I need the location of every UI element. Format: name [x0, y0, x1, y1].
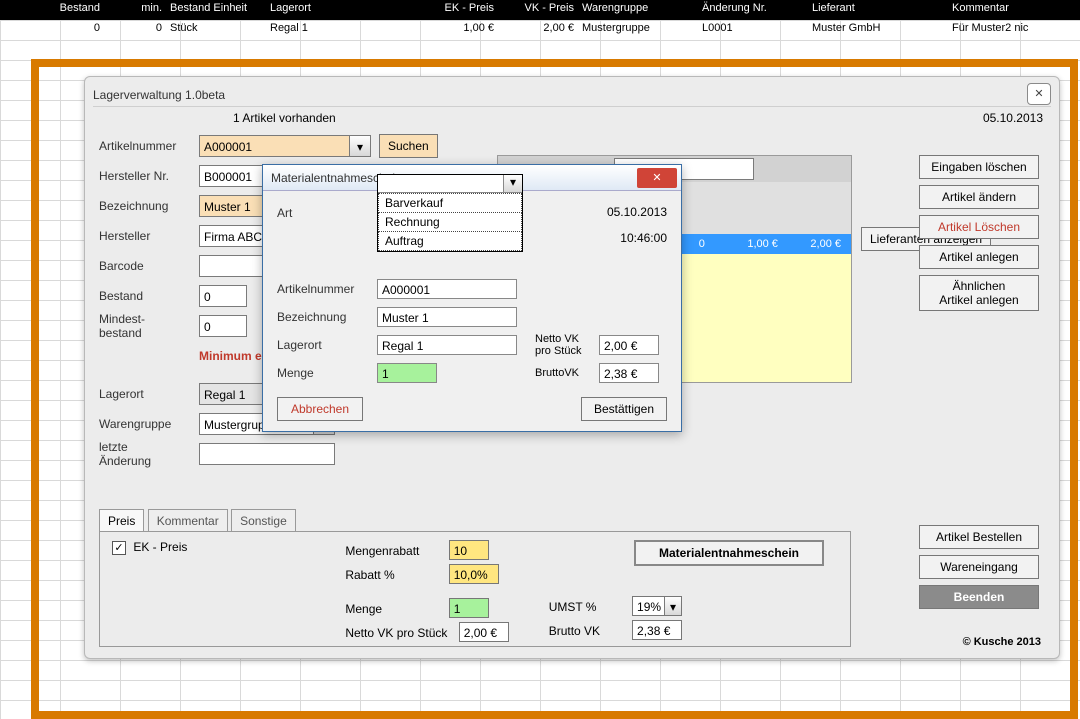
dialog-date: 05.10.2013	[607, 205, 667, 219]
art-dropdown[interactable]: Barverkauf Rechnung Auftrag	[377, 174, 523, 252]
bruttovk-field[interactable]: 2,38 €	[632, 620, 682, 640]
ek-preis-checkbox[interactable]: ✓	[112, 541, 126, 555]
label-bezeichnung: Bezeichnung	[99, 199, 199, 213]
window-close-button[interactable]: ✕	[1027, 83, 1051, 105]
wareneingang-button[interactable]: Wareneingang	[919, 555, 1039, 579]
mengenrabatt-field[interactable]: 10	[449, 540, 489, 560]
tab-strip: Preis Kommentar Sonstige	[99, 509, 851, 531]
dialog-close-button[interactable]: ✕	[637, 168, 677, 188]
mengenrabatt-label: Mengenrabatt	[345, 544, 445, 558]
label-bestand: Bestand	[99, 289, 199, 303]
menge-label: Menge	[345, 602, 445, 616]
dialog-netto-field[interactable]: 2,00 €	[599, 335, 659, 355]
ek-preis-label: EK - Preis	[133, 540, 187, 554]
titlebar: Lagerverwaltung 1.0beta ✕	[93, 83, 1051, 107]
umst-combo[interactable]: 19%	[632, 596, 682, 616]
art-option-auftrag[interactable]: Auftrag	[378, 232, 522, 251]
label-lagerort: Lagerort	[99, 387, 199, 401]
label-artikelnummer: Artikelnummer	[99, 139, 199, 153]
dialog-menge-field[interactable]: 1	[377, 363, 437, 383]
label-barcode: Barcode	[99, 259, 199, 273]
art-option-rechnung[interactable]: Rechnung	[378, 213, 522, 232]
dialog-cancel-button[interactable]: Abbrechen	[277, 397, 363, 421]
dialog-artnr-label: Artikelnummer	[277, 282, 377, 296]
umst-label: UMST %	[549, 600, 629, 614]
material-dialog: Materialentnahmeschein ✕ 05.10.2013 10:4…	[262, 164, 682, 432]
dialog-time: 10:46:00	[620, 231, 667, 245]
artikel-bestellen-button[interactable]: Artikel Bestellen	[919, 525, 1039, 549]
dialog-brutto-field[interactable]: 2,38 €	[599, 363, 659, 383]
bruttovk-label: Brutto VK	[549, 624, 629, 638]
copyright: © Kusche 2013	[963, 636, 1041, 648]
status-text: 1 Artikel vorhanden	[233, 109, 336, 127]
app-title: Lagerverwaltung 1.0beta	[93, 83, 225, 106]
nettovk-label: Netto VK pro Stück	[345, 626, 455, 640]
tab-preis[interactable]: Preis	[99, 509, 144, 531]
label-mindest: Mindest- bestand	[99, 312, 199, 340]
bestand-field[interactable]: 0	[199, 285, 247, 307]
dialog-netto-label: Netto VK pro Stück	[535, 333, 599, 357]
dialog-confirm-button[interactable]: Bestättigen	[581, 397, 667, 421]
rabatt-field[interactable]: 10,0%	[449, 564, 499, 584]
letzte-aenderung-field[interactable]	[199, 443, 335, 465]
artikel-aendern-button[interactable]: Artikel ändern	[919, 185, 1039, 209]
dialog-brutto-label: BruttoVK	[535, 367, 599, 379]
artikel-loeschen-button[interactable]: Artikel Löschen	[919, 215, 1039, 239]
nettovk-field[interactable]: 2,00 €	[459, 622, 509, 642]
tab-sonstige[interactable]: Sonstige	[231, 509, 296, 531]
side-buttons-bottom: Artikel Bestellen Wareneingang Beenden	[919, 525, 1045, 609]
dialog-menge-label: Menge	[277, 366, 377, 380]
materialentnahmeschein-button[interactable]: Materialentnahmeschein	[634, 540, 824, 566]
rabatt-label: Rabatt %	[345, 568, 445, 582]
dialog-lager-field[interactable]: Regal 1	[377, 335, 517, 355]
label-hersteller-nr: Hersteller Nr.	[99, 169, 199, 183]
preis-panel: ✓ EK - Preis Mengenrabatt 10 Rabatt % 10…	[99, 531, 851, 647]
side-buttons: Eingaben löschen Artikel ändern Artikel …	[919, 155, 1045, 311]
tab-kommentar[interactable]: Kommentar	[148, 509, 228, 531]
suchen-button[interactable]: Suchen	[379, 134, 438, 158]
label-hersteller: Hersteller	[99, 229, 199, 243]
artikel-anlegen-button[interactable]: Artikel anlegen	[919, 245, 1039, 269]
dialog-bez-field[interactable]: Muster 1	[377, 307, 517, 327]
sheet-header: Bestandmin. Bestand EinheitLagerort EK -…	[0, 0, 1080, 20]
app-date: 05.10.2013	[983, 109, 1043, 127]
label-warengruppe: Warengruppe	[99, 417, 199, 431]
dialog-lager-label: Lagerort	[277, 338, 377, 352]
menge-field[interactable]: 1	[449, 598, 489, 618]
eingaben-loeschen-button[interactable]: Eingaben löschen	[919, 155, 1039, 179]
mindestbestand-field[interactable]: 0	[199, 315, 247, 337]
dialog-artnr-field[interactable]: A000001	[377, 279, 517, 299]
dialog-bez-label: Bezeichnung	[277, 310, 377, 324]
sheet-row: 00 StückRegal 1 1,00 €2,00 € Mustergrupp…	[0, 20, 1080, 40]
aehnlichen-artikel-button[interactable]: Ähnlichen Artikel anlegen	[919, 275, 1039, 311]
artikelnummer-combo[interactable]: A000001	[199, 135, 371, 157]
beenden-button[interactable]: Beenden	[919, 585, 1039, 609]
art-option-barverkauf[interactable]: Barverkauf	[378, 193, 522, 213]
label-letzte: letzte Änderung	[99, 440, 199, 468]
art-label: Art	[277, 206, 377, 220]
